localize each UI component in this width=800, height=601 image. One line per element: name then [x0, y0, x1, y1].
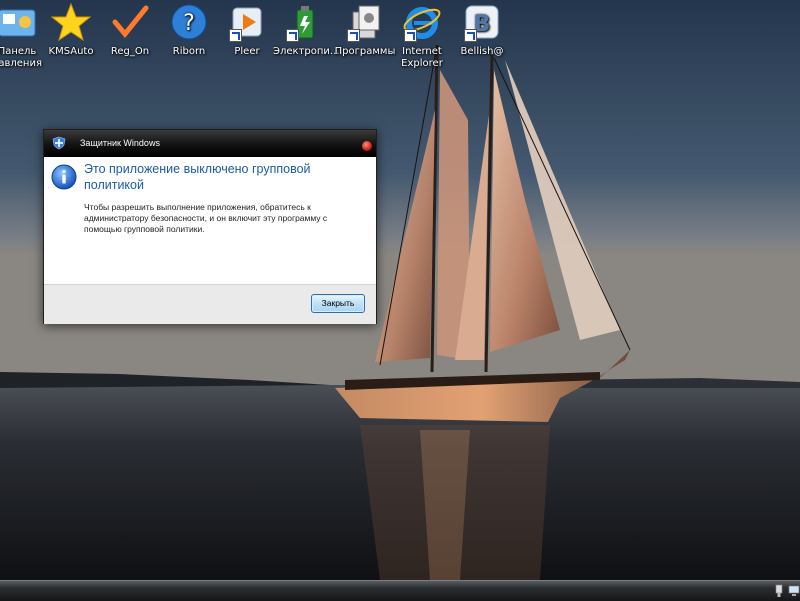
vk-icon: B	[462, 2, 502, 42]
dialog-message: Чтобы разрешить выполнение приложения, о…	[84, 202, 328, 234]
control-panel-icon	[0, 2, 37, 42]
desktop-icon-electro[interactable]: Электропи...	[273, 2, 340, 58]
close-button[interactable]: Закрыть	[311, 294, 365, 313]
dialog-titlebar[interactable]: Защитник Windows	[44, 130, 376, 157]
defender-shield-icon	[52, 136, 66, 150]
dialog-heading: Это приложение выключено групповой полит…	[84, 162, 311, 192]
dialog-footer: Закрыть	[44, 284, 376, 324]
svg-text:?: ?	[183, 11, 195, 36]
help-question-icon: ?	[169, 2, 209, 42]
programs-icon	[345, 2, 385, 42]
internet-explorer-icon	[402, 2, 442, 42]
network-icon[interactable]	[788, 584, 800, 598]
info-icon	[51, 164, 77, 190]
desktop-icon-bellish[interactable]: B Bellish@	[451, 2, 513, 58]
close-icon[interactable]	[362, 141, 372, 151]
taskbar	[0, 580, 800, 601]
desktop-icon-riborn[interactable]: ? Riborn	[158, 2, 220, 58]
desktop-icon-label: Reg_On	[110, 46, 150, 57]
desktop-icon-reg-on[interactable]: Reg_On	[99, 2, 161, 58]
shortcut-arrow-icon	[229, 29, 242, 42]
desktop-icon-label: Программы	[334, 46, 396, 57]
media-player-icon	[227, 2, 267, 42]
usb-device-icon[interactable]	[774, 584, 784, 598]
desktop-icon-label: KMSAuto	[48, 46, 94, 57]
shortcut-arrow-icon	[347, 29, 360, 42]
dialog-title: Защитник Windows	[80, 138, 160, 148]
shortcut-arrow-icon	[286, 29, 299, 42]
defender-dialog: Защитник Windows Это приложение выключен…	[43, 129, 377, 324]
desktop-icon-programs[interactable]: Программы	[334, 2, 396, 58]
desktop-icon-label: Электропи...	[273, 46, 340, 57]
battery-icon	[284, 2, 324, 42]
shortcut-arrow-icon	[404, 29, 417, 42]
desktop-icon-internet-explorer[interactable]: Internet Explorer	[391, 2, 453, 70]
checkmark-icon	[110, 2, 150, 42]
desktop-icon-label: Pleer	[234, 46, 260, 57]
desktop-icon-label: Riborn	[172, 46, 206, 57]
star-icon	[50, 2, 92, 42]
shortcut-arrow-icon	[464, 29, 477, 42]
desktop-icon-pleer[interactable]: Pleer	[216, 2, 278, 58]
desktop-icon-kmsauto[interactable]: KMSAuto	[40, 2, 102, 58]
desktop-icon-label: Internet Explorer	[401, 46, 443, 69]
desktop-icon-label: Bellish@	[460, 46, 504, 57]
